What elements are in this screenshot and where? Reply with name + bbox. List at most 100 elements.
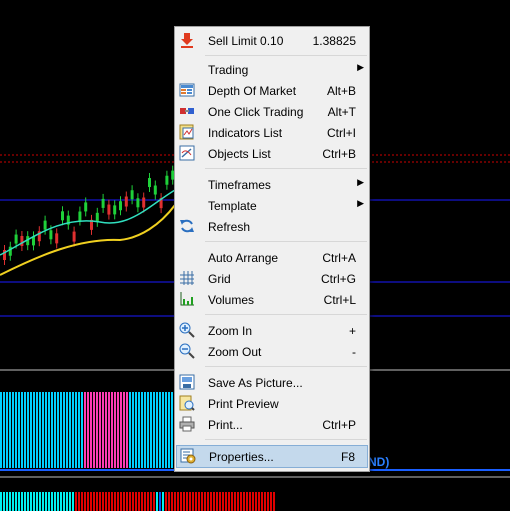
histogram-bar xyxy=(156,392,158,468)
save-picture-icon xyxy=(179,374,195,390)
histogram-bar xyxy=(231,492,233,511)
menu-item-one-click-trading[interactable]: One Click Trading Alt+T xyxy=(176,101,368,122)
histogram-bar xyxy=(99,392,101,468)
candle-body xyxy=(136,198,140,208)
menu-item-volumes[interactable]: Volumes Ctrl+L xyxy=(176,289,368,310)
histogram-bar xyxy=(84,392,86,468)
histogram-bar xyxy=(18,492,20,511)
properties-icon xyxy=(180,448,196,464)
histogram-bar xyxy=(42,392,44,468)
histogram-bar xyxy=(87,492,89,511)
menu-item-zoom-out[interactable]: Zoom Out - xyxy=(176,341,368,362)
menu-item-template[interactable]: Template ▶ xyxy=(176,195,368,216)
histogram-bar xyxy=(15,392,17,468)
histogram-bar xyxy=(15,492,17,511)
histogram-bar xyxy=(9,492,11,511)
histogram-bar xyxy=(123,392,125,468)
candle-body xyxy=(142,197,146,208)
histogram-bar xyxy=(153,492,155,511)
histogram-bar xyxy=(165,492,167,511)
menu-separator xyxy=(205,366,367,367)
histogram-bar xyxy=(57,392,59,468)
histogram-bar xyxy=(216,492,218,511)
print-preview-icon xyxy=(179,395,195,411)
histogram-bar xyxy=(210,492,212,511)
histogram-bar xyxy=(3,392,5,468)
grid-icon xyxy=(180,271,194,285)
histogram-bar xyxy=(198,492,200,511)
volumes-icon xyxy=(180,292,194,306)
histogram-bar xyxy=(60,392,62,468)
menu-item-objects-list[interactable]: Objects List Ctrl+B xyxy=(176,143,368,164)
menu-item-save-as-picture[interactable]: Save As Picture... xyxy=(176,372,368,393)
histogram-bar xyxy=(120,492,122,511)
histogram-bar xyxy=(33,392,35,468)
histogram-bar xyxy=(156,492,158,511)
histogram-bar xyxy=(96,392,98,468)
histogram-bar xyxy=(45,492,47,511)
menu-item-sell-limit[interactable]: Sell Limit 0.10 1.38825 xyxy=(176,30,368,51)
histogram-bar xyxy=(132,492,134,511)
sell-limit-icon xyxy=(181,33,193,48)
menu-item-zoom-in[interactable]: Zoom In + xyxy=(176,320,368,341)
histogram-bar xyxy=(186,492,188,511)
histogram-bar xyxy=(24,392,26,468)
histogram-bar xyxy=(135,492,137,511)
histogram-bar xyxy=(273,492,275,511)
histogram-bar xyxy=(0,392,2,468)
histogram-bar xyxy=(57,492,59,511)
histogram-bar xyxy=(261,492,263,511)
histogram-bar xyxy=(27,392,29,468)
histogram-bar xyxy=(30,492,32,511)
menu-item-auto-arrange[interactable]: Auto Arrange Ctrl+A xyxy=(176,247,368,268)
candle-body xyxy=(95,212,99,222)
histogram-bar xyxy=(201,492,203,511)
print-icon xyxy=(179,416,195,432)
candle-body xyxy=(113,205,117,215)
histogram-bar xyxy=(105,492,107,511)
histogram-bar xyxy=(102,392,104,468)
histogram-bar xyxy=(81,392,83,468)
histogram-bar xyxy=(171,492,173,511)
histogram-bar xyxy=(153,392,155,468)
histogram-bar xyxy=(12,492,14,511)
histogram-bar xyxy=(252,492,254,511)
histogram-bar xyxy=(27,492,29,511)
histogram-bar xyxy=(3,492,5,511)
histogram-bar xyxy=(90,392,92,468)
histogram-bar xyxy=(141,492,143,511)
menu-item-trading[interactable]: Trading ▶ xyxy=(176,59,368,80)
depth-of-market-icon xyxy=(179,83,195,97)
histogram-bar xyxy=(243,492,245,511)
histogram-bar xyxy=(180,492,182,511)
candle-body xyxy=(61,211,64,221)
menu-item-depth-of-market[interactable]: Depth Of Market Alt+B xyxy=(176,80,368,101)
indicators-list-icon xyxy=(179,124,194,140)
menu-separator xyxy=(205,314,367,315)
histogram-bar xyxy=(177,492,179,511)
menu-item-indicators-list[interactable]: Indicators List Ctrl+I xyxy=(176,122,368,143)
histogram-bar xyxy=(138,392,140,468)
candle-body xyxy=(72,231,76,242)
histogram-bar xyxy=(123,492,125,511)
menu-item-properties[interactable]: Properties... F8 xyxy=(176,445,368,468)
histogram-bar xyxy=(144,492,146,511)
menu-separator xyxy=(205,168,367,169)
histogram-bar xyxy=(162,392,164,468)
chart-window[interactable]: ND) Sell Limit 0.10 1.38825 Trading ▶ De… xyxy=(0,0,510,511)
histogram-bar xyxy=(48,492,50,511)
candle-body xyxy=(148,178,151,188)
menu-item-print-preview[interactable]: Print Preview xyxy=(176,393,368,414)
zoom-out-icon xyxy=(179,343,195,359)
histogram-bar xyxy=(222,492,224,511)
candle-body xyxy=(84,202,88,212)
menu-item-print[interactable]: Print... Ctrl+P xyxy=(176,414,368,435)
objects-list-icon xyxy=(179,145,195,161)
menu-item-refresh[interactable]: Refresh xyxy=(176,216,368,237)
histogram-bar xyxy=(69,492,71,511)
histogram-bar xyxy=(21,392,23,468)
menu-item-grid[interactable]: Grid Ctrl+G xyxy=(176,268,368,289)
histogram-bar xyxy=(42,492,44,511)
menu-item-timeframes[interactable]: Timeframes ▶ xyxy=(176,174,368,195)
histogram-bar xyxy=(246,492,248,511)
